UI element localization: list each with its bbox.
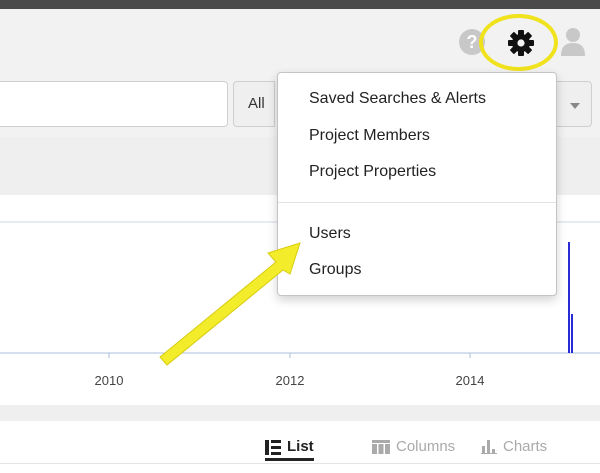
scope-select[interactable]: All (233, 81, 275, 127)
tab-charts-label: Charts (503, 438, 548, 455)
columns-icon (372, 440, 390, 455)
menu-item-project-members[interactable]: Project Members (309, 127, 430, 145)
tick-label-2014: 2014 (455, 373, 485, 388)
scope-dropdown-toggle[interactable] (556, 81, 592, 127)
tab-charts[interactable]: Charts (481, 437, 547, 461)
charts-icon (481, 440, 497, 455)
settings-dropdown-menu: Saved Searches & Alerts Project Members … (277, 72, 557, 296)
tab-columns-label: Columns (396, 438, 456, 455)
list-icon (265, 439, 281, 455)
menu-item-users[interactable]: Users (309, 225, 351, 243)
menu-item-groups[interactable]: Groups (309, 261, 361, 279)
tab-columns[interactable]: Columns (372, 437, 455, 461)
chevron-down-icon (570, 103, 580, 109)
tab-list-label: List (287, 438, 314, 455)
tick-label-2012: 2012 (275, 373, 305, 388)
footer-band (0, 405, 600, 421)
top-strip (0, 0, 600, 9)
menu-divider (278, 202, 556, 203)
gear-highlight-circle (479, 14, 558, 71)
tab-list[interactable]: List (265, 437, 314, 461)
menu-item-project-properties[interactable]: Project Properties (309, 163, 436, 181)
search-input[interactable] (0, 81, 228, 127)
timeline-bar (571, 314, 573, 353)
tick-label-2010: 2010 (94, 373, 124, 388)
timeline-bar (568, 242, 570, 353)
tabs-divider (0, 463, 600, 464)
menu-item-saved-searches[interactable]: Saved Searches & Alerts (309, 90, 486, 108)
user-icon[interactable] (560, 26, 586, 56)
